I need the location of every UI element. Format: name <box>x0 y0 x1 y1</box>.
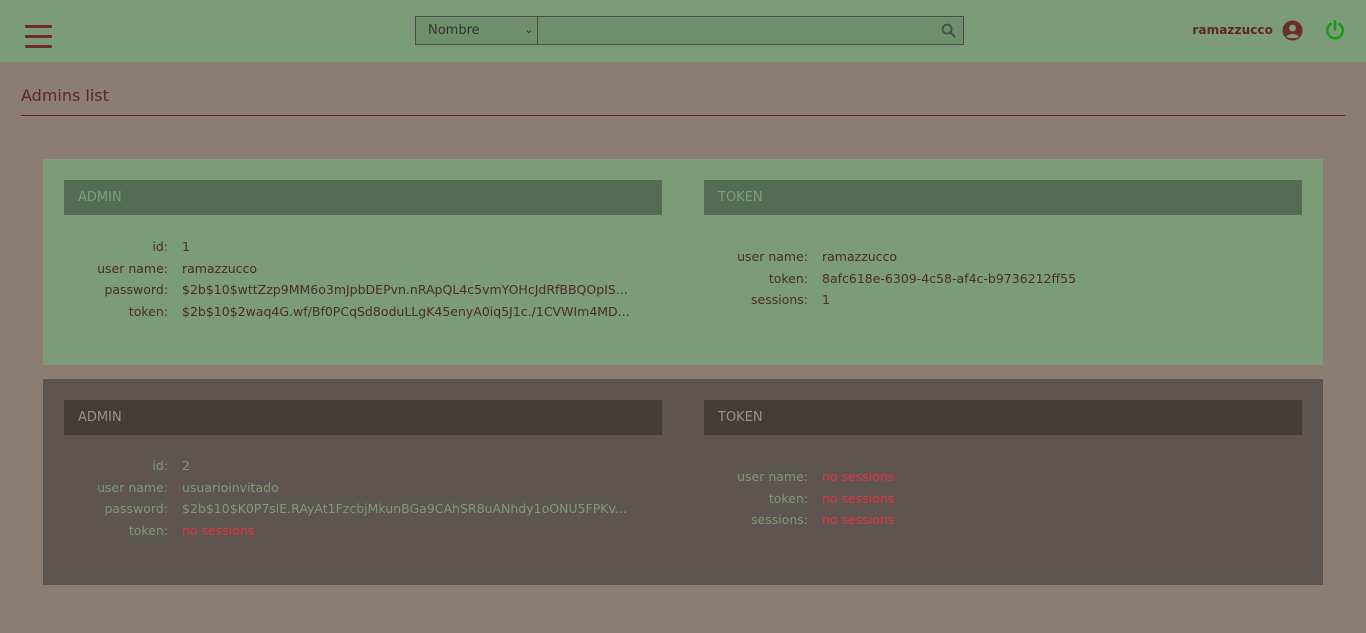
field-label: password: <box>104 282 168 297</box>
no-sessions-value: no sessions <box>822 512 895 527</box>
field-value: 1 <box>822 292 830 307</box>
field-label: sessions: <box>751 512 808 527</box>
token-details: user name: no sessions token: no session… <box>704 469 1242 534</box>
title-divider <box>21 115 1345 116</box>
token-sessions-row: sessions: 1 <box>704 292 1242 314</box>
admin-username-row: user name: usuarioinvitado <box>64 480 634 502</box>
user-circle-icon[interactable] <box>1282 19 1303 41</box>
field-label: token: <box>768 490 808 506</box>
token-details: user name: ramazzucco token: 8afc618e-63… <box>704 249 1242 314</box>
admin-token-row: token: no sessions <box>64 523 634 545</box>
hamburger-icon[interactable] <box>25 25 52 48</box>
field-label: user name: <box>737 469 808 484</box>
admin-panel-heading: ADMIN <box>64 180 662 215</box>
field-label: user name: <box>97 479 168 495</box>
admin-password-row: password: $2b$10$K0P7slE.RAyAt1FzcbjMkun… <box>64 501 634 523</box>
admin-details: id: 2 user name: usuarioinvitado passwor… <box>64 458 634 544</box>
user-area: ramazzucco <box>1192 19 1346 41</box>
field-value: ramazzucco <box>822 249 898 264</box>
field-label: id: <box>152 458 168 473</box>
search-icon[interactable] <box>941 23 956 38</box>
token-username-row: user name: no sessions <box>704 469 1242 491</box>
field-label: token: <box>128 522 168 538</box>
power-icon[interactable] <box>1324 19 1346 41</box>
field-label: user name: <box>737 249 808 264</box>
token-username-row: user name: ramazzucco <box>704 249 1242 271</box>
admin-details: id: 1 user name: ramazzucco password: $2… <box>64 239 634 325</box>
top-bar: Nombre ⌄ ramazzucco <box>0 0 1366 62</box>
field-value: 1 <box>182 239 190 254</box>
admin-panel-heading: ADMIN <box>64 400 662 435</box>
field-label: user name: <box>97 260 168 276</box>
search-bar: Nombre ⌄ <box>415 16 964 45</box>
search-input[interactable] <box>537 16 964 45</box>
admin-id-row: id: 2 <box>64 458 634 480</box>
field-value: $2b$10$2waq4G.wf/Bf0PCqSd8oduLLgK45enyA0… <box>182 303 630 319</box>
no-sessions-value: no sessions <box>822 469 895 484</box>
field-value: $2b$10$K0P7slE.RAyAt1FzcbjMkunBGa9CAhSR8… <box>182 501 627 516</box>
no-sessions-value: no sessions <box>822 490 895 506</box>
admin-token-row: token: $2b$10$2waq4G.wf/Bf0PCqSd8oduLLgK… <box>64 304 634 326</box>
search-field-select-value: Nombre <box>428 23 480 38</box>
page-title: Admins list <box>21 86 109 105</box>
field-value: $2b$10$wttZzp9MM6o3mJpbDEPvn.nRApQL4c5vm… <box>182 282 628 297</box>
admin-card: ADMIN TOKEN id: 1 user name: ramazzucco … <box>43 159 1323 365</box>
token-value-row: token: 8afc618e-6309-4c58-af4c-b9736212f… <box>704 271 1242 293</box>
field-value: ramazzucco <box>182 260 258 276</box>
admin-username-row: user name: ramazzucco <box>64 261 634 283</box>
field-value: usuarioinvitado <box>182 479 279 495</box>
token-sessions-row: sessions: no sessions <box>704 512 1242 534</box>
token-panel-heading: TOKEN <box>704 400 1302 435</box>
field-label: token: <box>128 303 168 319</box>
field-label: sessions: <box>751 292 808 307</box>
field-label: token: <box>768 270 808 286</box>
username-label: ramazzucco <box>1192 23 1273 37</box>
search-field-select[interactable]: Nombre ⌄ <box>415 16 537 45</box>
no-sessions-value: no sessions <box>182 522 255 538</box>
admin-password-row: password: $2b$10$wttZzp9MM6o3mJpbDEPvn.n… <box>64 282 634 304</box>
admin-card: ADMIN TOKEN id: 2 user name: usuarioinvi… <box>43 379 1323 585</box>
field-label: password: <box>104 501 168 516</box>
chevron-down-icon: ⌄ <box>524 25 533 36</box>
field-label: id: <box>152 239 168 254</box>
field-value: 2 <box>182 458 190 473</box>
admin-id-row: id: 1 <box>64 239 634 261</box>
token-panel-heading: TOKEN <box>704 180 1302 215</box>
field-value: 8afc618e-6309-4c58-af4c-b9736212ff55 <box>822 270 1077 286</box>
token-value-row: token: no sessions <box>704 491 1242 513</box>
